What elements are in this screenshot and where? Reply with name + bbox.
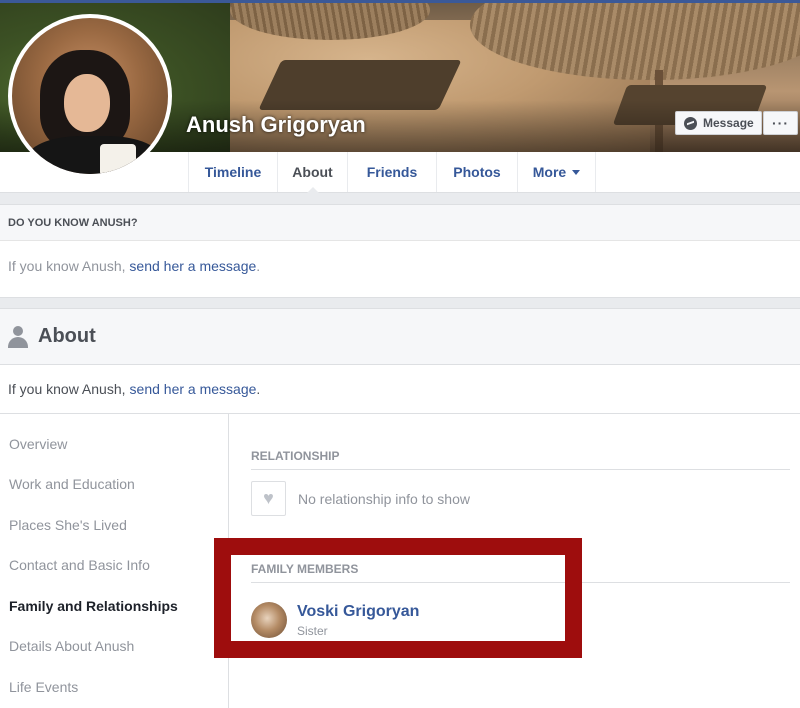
know-user-card: DO YOU KNOW ANUSH? If you know Anush, se… (0, 204, 800, 298)
more-options-button[interactable]: ··· (763, 111, 798, 135)
family-member-name[interactable]: Voski Grigoryan (297, 603, 419, 621)
about-section: About If you know Anush, send her a mess… (0, 308, 800, 708)
about-left-nav: Overview Work and Education Places She's… (0, 414, 229, 708)
message-button-label: Message (703, 116, 754, 130)
message-button[interactable]: Message (675, 111, 762, 135)
nav-work-education[interactable]: Work and Education (9, 476, 135, 492)
family-member-relation: Sister (297, 624, 328, 638)
tab-photos[interactable]: Photos (436, 152, 517, 192)
know-user-heading: DO YOU KNOW ANUSH? (0, 205, 800, 241)
nav-life-events[interactable]: Life Events (9, 679, 78, 695)
person-icon (8, 325, 28, 348)
avatar-cup (100, 144, 136, 174)
heart-icon: ♥ (251, 481, 286, 516)
tab-more-label: More (532, 164, 567, 180)
profile-name[interactable]: Anush Grigoryan (186, 112, 366, 138)
about-send-message-link[interactable]: send her a message (130, 381, 257, 397)
nav-family-relationships[interactable]: Family and Relationships (9, 598, 178, 614)
nav-places-lived[interactable]: Places She's Lived (9, 517, 127, 533)
know-user-text: If you know Anush, send her a message. (0, 241, 800, 274)
tab-about[interactable]: About (277, 152, 347, 193)
no-relationship-text: No relationship info to show (298, 491, 470, 507)
nav-details-about[interactable]: Details About Anush (9, 638, 134, 654)
avatar-body (26, 136, 162, 174)
family-members-heading: FAMILY MEMBERS (251, 562, 790, 583)
profile-picture[interactable] (8, 14, 172, 178)
send-message-link[interactable]: send her a message (129, 258, 256, 274)
family-member-avatar[interactable] (251, 602, 287, 638)
tab-friends[interactable]: Friends (347, 152, 436, 192)
relationship-heading: RELATIONSHIP (251, 449, 790, 470)
cover-top-line (0, 0, 800, 3)
caret-down-icon (572, 169, 581, 175)
about-know-suffix: . (256, 381, 261, 397)
nav-contact-info[interactable]: Contact and Basic Info (9, 557, 150, 573)
avatar-face (64, 74, 110, 132)
about-header: About (0, 309, 800, 365)
about-title[interactable]: About (38, 325, 96, 348)
about-know-text: If you know Anush, send her a message. (0, 365, 800, 414)
about-know-prefix: If you know Anush, (8, 381, 126, 397)
nav-overview[interactable]: Overview (9, 436, 67, 452)
know-user-suffix: . (256, 258, 261, 274)
messenger-icon (684, 116, 697, 130)
tab-timeline[interactable]: Timeline (188, 152, 277, 192)
know-user-prefix: If you know Anush, (8, 258, 130, 274)
tab-more[interactable]: More (517, 152, 596, 192)
